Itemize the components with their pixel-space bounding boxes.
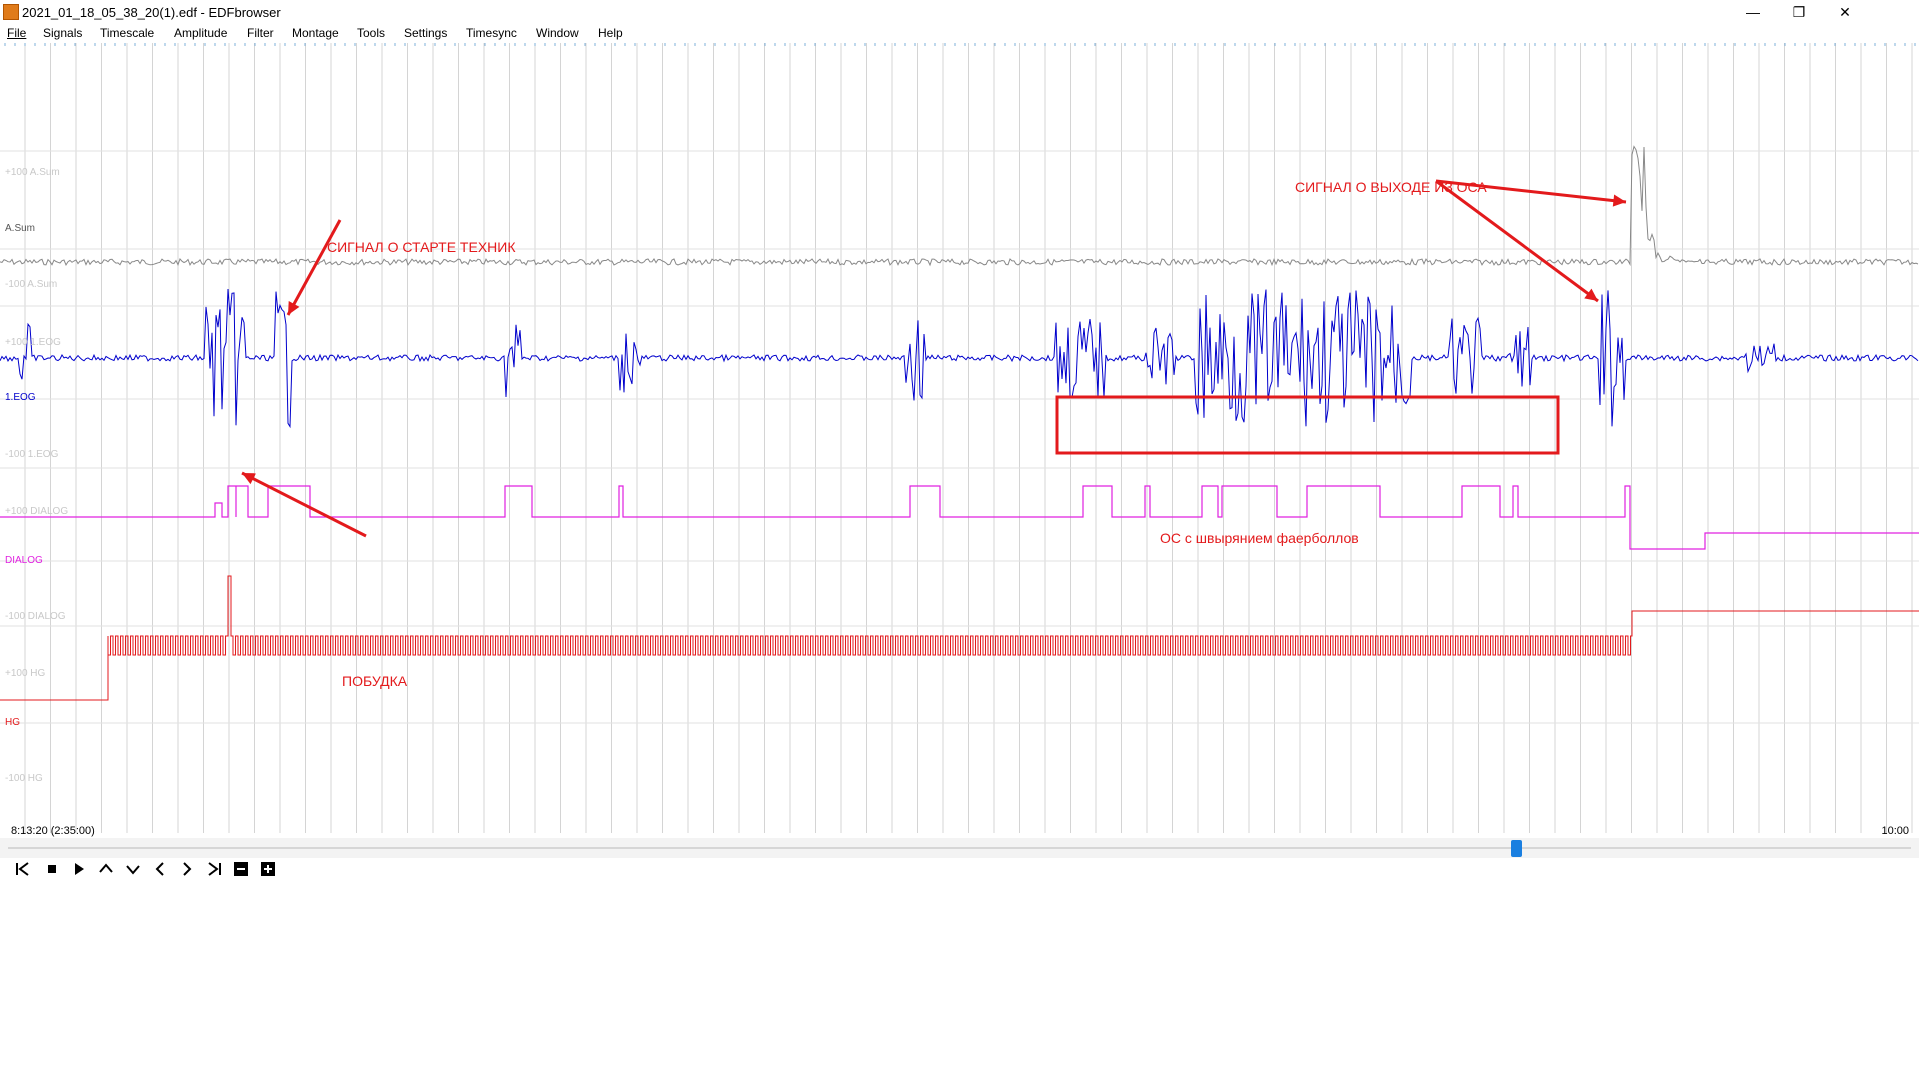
menu-montage[interactable]: Montage xyxy=(292,26,339,40)
arrow-exit-to-eog xyxy=(1435,179,1599,303)
eog-trace xyxy=(0,288,1919,429)
window-title: 2021_01_18_05_38_20(1).edf - EDFbrowser xyxy=(22,5,281,20)
annotation-wakeup: ПОБУДКА xyxy=(342,673,408,689)
hg-upper-scale: +100 HG xyxy=(5,668,46,679)
stop-icon[interactable] xyxy=(42,859,62,879)
zoom-in-icon[interactable] xyxy=(258,859,278,879)
close-button[interactable]: ✕ xyxy=(1822,0,1868,24)
menu-bar: File Signals Timescale Amplitude Filter … xyxy=(0,26,1919,42)
menu-help[interactable]: Help xyxy=(598,26,623,40)
edfbrowser-app-icon xyxy=(3,4,19,20)
arrow-wakeup xyxy=(241,471,367,538)
asum-lower-scale: -100 A.Sum xyxy=(5,279,58,290)
eog-channel-label[interactable]: 1.EOG xyxy=(5,392,36,403)
signal-view[interactable]: +100 A.Sum A.Sum -100 A.Sum +100 1.EOG 1… xyxy=(0,43,1919,833)
dialog-lower-scale: -100 DIALOG xyxy=(5,611,66,622)
page-forward-icon[interactable] xyxy=(177,859,197,879)
signal-canvas[interactable] xyxy=(0,43,1919,833)
asum-channel-label[interactable]: A.Sum xyxy=(5,223,35,234)
navigation-toolbar xyxy=(0,859,1919,879)
annotation-box-text: ОС с швырянием фаерболлов xyxy=(1160,530,1359,546)
hg-channel-label[interactable]: HG xyxy=(5,717,20,728)
asum-trace xyxy=(0,145,1919,267)
amplitude-down-icon[interactable] xyxy=(123,859,143,879)
arrow-exit-to-eog-head xyxy=(1584,288,1598,301)
menu-timescale[interactable]: Timescale xyxy=(100,26,154,40)
go-to-start-icon[interactable] xyxy=(13,859,33,879)
menu-file[interactable]: File xyxy=(7,26,26,40)
go-to-end-icon[interactable] xyxy=(204,859,224,879)
menu-window[interactable]: Window xyxy=(536,26,579,40)
dialog-upper-scale: +100 DIALOG xyxy=(5,506,69,517)
eog-lower-scale: -100 1.EOG xyxy=(5,449,59,460)
page-back-icon[interactable] xyxy=(150,859,170,879)
asum-upper-scale: +100 A.Sum xyxy=(5,167,60,178)
menu-filter[interactable]: Filter xyxy=(247,26,274,40)
eog-upper-scale: +100 1.EOG xyxy=(5,337,61,348)
menu-signals[interactable]: Signals xyxy=(43,26,82,40)
minimize-button[interactable]: — xyxy=(1730,0,1776,24)
annotation-start-signal: СИГНАЛ О СТАРТЕ ТЕХНИК xyxy=(327,239,516,255)
arrow-start-signal xyxy=(286,219,342,316)
scrollbar-thumb[interactable] xyxy=(1511,840,1522,857)
zoom-out-icon[interactable] xyxy=(231,859,251,879)
title-bar: 2021_01_18_05_38_20(1).edf - EDFbrowser … xyxy=(0,0,1919,24)
menu-tools[interactable]: Tools xyxy=(357,26,385,40)
menu-settings[interactable]: Settings xyxy=(404,26,447,40)
amplitude-up-icon[interactable] xyxy=(96,859,116,879)
annotation-exit-signal: СИГНАЛ О ВЫХОДЕ ИЗ ОСА xyxy=(1295,179,1487,195)
dialog-channel-label[interactable]: DIALOG xyxy=(5,555,43,566)
menu-timesync[interactable]: Timesync xyxy=(466,26,517,40)
scrollbar-groove[interactable] xyxy=(8,847,1911,849)
time-end-label: 10:00 xyxy=(1881,825,1909,837)
maximize-button[interactable]: ❐ xyxy=(1776,0,1822,24)
play-icon[interactable] xyxy=(69,859,89,879)
menu-amplitude[interactable]: Amplitude xyxy=(174,26,227,40)
time-start-label: 8:13:20 (2:35:00) xyxy=(11,825,95,837)
annotation-box xyxy=(1055,395,1560,455)
hg-lower-scale: -100 HG xyxy=(5,773,43,784)
